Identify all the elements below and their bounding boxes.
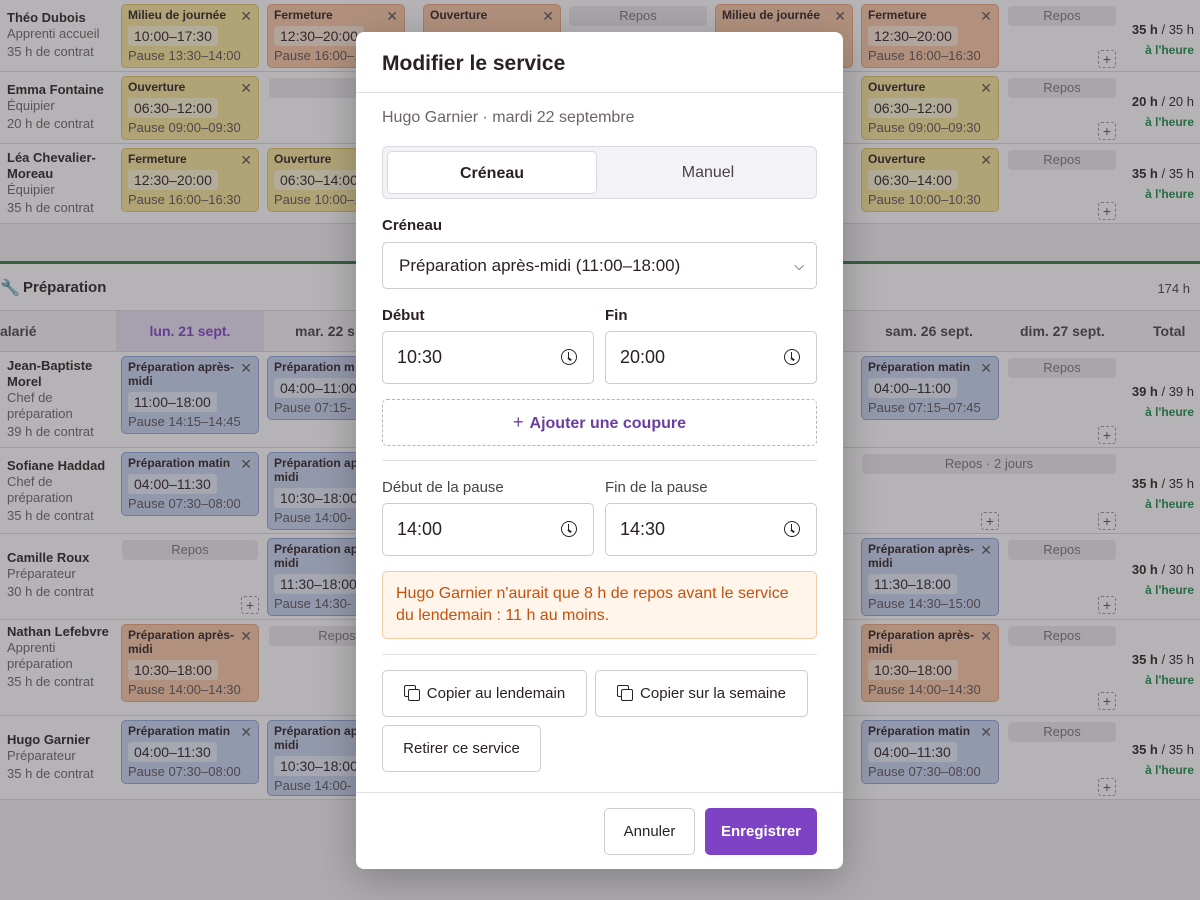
start-time-value: 10:30 [397,347,443,367]
clock-icon[interactable] [784,349,800,365]
edit-shift-dialog: Modifier le service Hugo Garnier · mardi… [356,32,843,869]
add-break-label: Ajouter une coupure [529,415,686,432]
slot-select[interactable]: Préparation après-midi (11:00–18:00) ⌵ [382,242,817,289]
start-time-input[interactable]: 10:30 [382,331,594,384]
copy-week-label: Copier sur la semaine [640,685,786,702]
dialog-subtitle: Hugo Garnier · mardi 22 septembre [382,109,635,126]
pause-start-label: Début de la pause [382,479,504,496]
remove-shift-button[interactable]: Retirer ce service [382,725,541,772]
pause-end-value: 14:30 [620,519,666,539]
add-break-button[interactable]: + Ajouter une coupure [382,399,817,446]
divider [382,654,817,655]
save-button[interactable]: Enregistrer [705,808,817,855]
divider [356,792,843,793]
end-label: Fin [605,307,628,324]
clock-icon[interactable] [784,521,800,537]
cancel-button[interactable]: Annuler [604,808,695,855]
dialog-title: Modifier le service [382,52,566,75]
pause-start-value: 14:00 [397,519,443,539]
mode-toggle: Créneau Manuel [382,146,817,199]
pause-start-input[interactable]: 14:00 [382,503,594,556]
tab-manuel[interactable]: Manuel [603,151,813,194]
end-time-value: 20:00 [620,347,666,367]
copy-icon [403,685,420,701]
copy-week-button[interactable]: Copier sur la semaine [595,670,808,717]
copy-next-day-button[interactable]: Copier au lendemain [382,670,587,717]
start-label: Début [382,307,425,324]
slot-select-value: Préparation après-midi (11:00–18:00) [399,256,681,275]
pause-end-label: Fin de la pause [605,479,708,496]
clock-icon[interactable] [561,349,577,365]
pause-end-input[interactable]: 14:30 [605,503,817,556]
tab-creneau[interactable]: Créneau [387,151,597,194]
clock-icon[interactable] [561,521,577,537]
rest-warning-message: Hugo Garnier n'aurait que 8 h de repos a… [382,571,817,639]
copy-next-day-label: Copier au lendemain [426,685,566,702]
end-time-input[interactable]: 20:00 [605,331,817,384]
copy-icon [617,685,634,701]
divider [382,460,817,461]
divider [356,92,843,93]
slot-label: Créneau [382,217,443,234]
chevron-down-icon: ⌵ [794,258,804,273]
plus-icon: + [513,412,524,432]
